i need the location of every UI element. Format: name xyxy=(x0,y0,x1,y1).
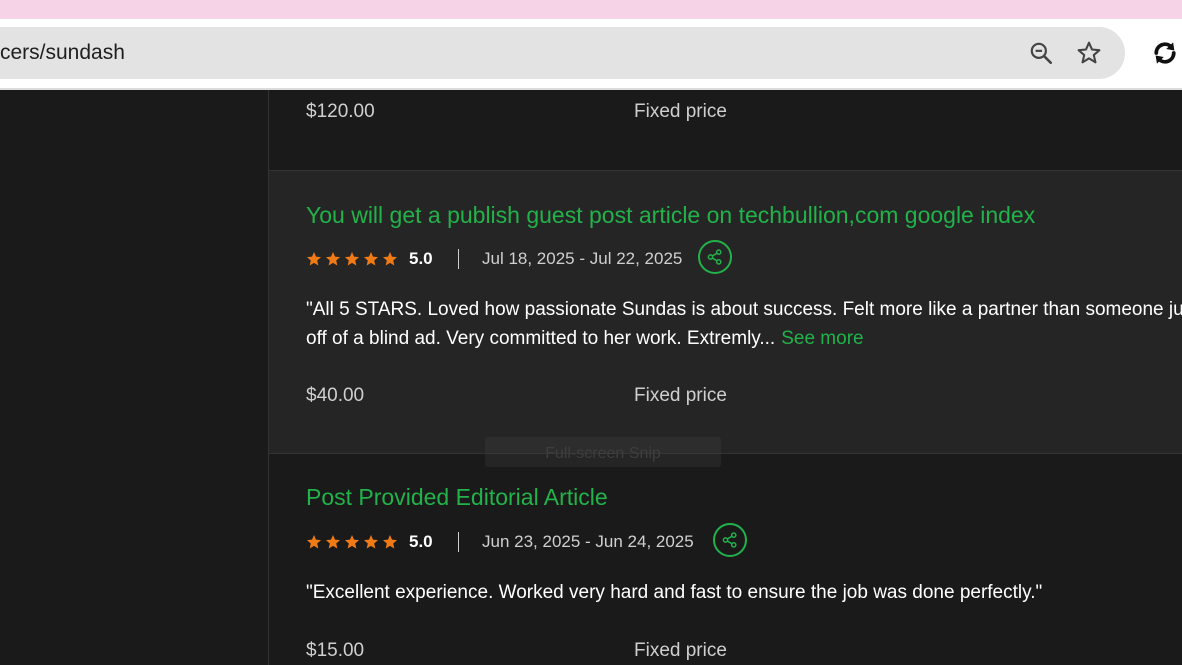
star-icon xyxy=(345,252,359,266)
star-icon xyxy=(326,252,340,266)
share-icon xyxy=(707,249,722,265)
review-text: "Excellent experience. Worked very hard … xyxy=(306,578,1182,607)
star-icon xyxy=(345,535,359,549)
star-icon xyxy=(364,252,378,266)
review-card: $120.00 Fixed price xyxy=(269,90,1182,170)
review-card: Post Provided Editorial Article 5.0 Jun … xyxy=(269,454,1182,665)
zoom-icon[interactable] xyxy=(1028,40,1054,66)
snip-overlay-label: Full-screen Snip xyxy=(485,437,721,467)
review-card: You will get a publish guest post articl… xyxy=(269,170,1182,454)
left-sidebar xyxy=(0,90,268,665)
review-title-link[interactable]: Post Provided Editorial Article xyxy=(306,484,608,511)
star-icon xyxy=(364,535,378,549)
url-text[interactable]: cers/sundash xyxy=(0,27,125,79)
star-icon xyxy=(383,252,397,266)
star-rating xyxy=(306,251,398,267)
star-icon xyxy=(326,535,340,549)
page-content: $120.00 Fixed price You will get a publi… xyxy=(0,90,1182,665)
star-icon xyxy=(383,535,397,549)
share-icon xyxy=(722,532,737,548)
star-icon xyxy=(307,252,321,266)
review-price-type: Fixed price xyxy=(634,640,727,661)
review-text-line: "All 5 STARS. Loved how passionate Sunda… xyxy=(306,299,1182,320)
review-price: $120.00 xyxy=(306,101,375,122)
bookmark-star-icon[interactable] xyxy=(1076,40,1102,66)
star-rating xyxy=(306,534,398,550)
review-text-line: "Excellent experience. Worked very hard … xyxy=(306,582,1043,603)
review-dates: Jul 18, 2025 - Jul 22, 2025 xyxy=(482,249,683,268)
review-text-line: off of a blind ad. Very committed to her… xyxy=(306,324,1182,353)
review-price: $15.00 xyxy=(306,640,365,661)
rating-separator xyxy=(458,532,459,552)
review-price-type: Fixed price xyxy=(634,385,727,406)
rating-separator xyxy=(458,249,459,269)
share-button[interactable] xyxy=(713,523,747,557)
star-icon xyxy=(307,535,321,549)
rating-value: 5.0 xyxy=(409,249,433,268)
sync-extension-icon[interactable] xyxy=(1150,38,1180,68)
review-title-link[interactable]: You will get a publish guest post articl… xyxy=(306,202,1035,229)
share-button[interactable] xyxy=(698,240,732,274)
review-text-line-2: off of a blind ad. Very committed to her… xyxy=(306,328,776,349)
review-dates: Jun 23, 2025 - Jun 24, 2025 xyxy=(482,532,694,551)
rating-value: 5.0 xyxy=(409,532,433,551)
browser-top-strip xyxy=(0,0,1182,19)
review-price-type: Fixed price xyxy=(634,101,727,122)
see-more-link[interactable]: See more xyxy=(781,328,863,349)
review-price: $40.00 xyxy=(306,385,365,406)
address-bar[interactable]: cers/sundash xyxy=(0,27,1125,79)
review-text: "All 5 STARS. Loved how passionate Sunda… xyxy=(306,295,1182,353)
